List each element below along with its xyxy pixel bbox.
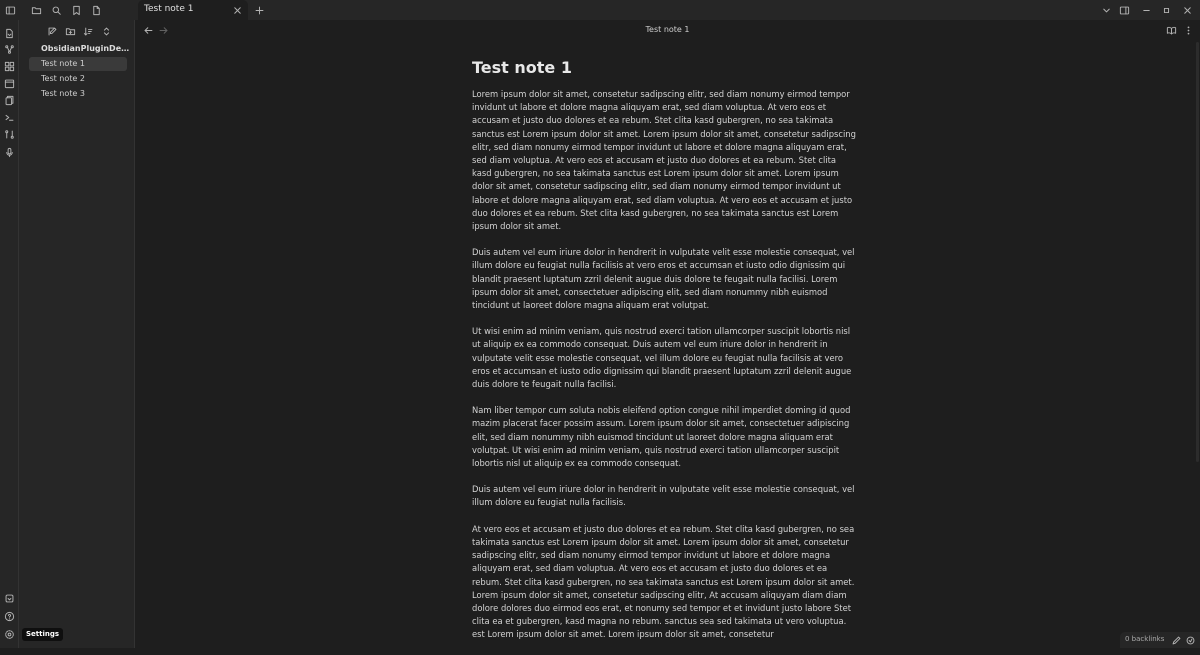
file-item-label: Test note 3 <box>41 89 85 98</box>
edit-pencil-icon[interactable] <box>1169 633 1183 647</box>
git-diff-icon[interactable] <box>2 127 16 141</box>
minimize-icon[interactable] <box>1139 3 1153 17</box>
sort-icon[interactable] <box>81 24 95 38</box>
new-folder-icon[interactable] <box>63 24 77 38</box>
scrollbar[interactable] <box>1196 42 1199 462</box>
paragraph: Duis autem vel eum iriure dolor in hendr… <box>472 483 856 509</box>
view-header-title[interactable]: Test note 1 <box>135 25 1200 34</box>
vault-name[interactable]: ObsidianPluginDevelo... <box>41 44 131 53</box>
collapse-all-icon[interactable] <box>99 24 113 38</box>
templates-icon[interactable] <box>2 93 16 107</box>
folder-icon[interactable] <box>29 3 43 17</box>
maximize-icon[interactable] <box>1159 3 1173 17</box>
backlinks-count[interactable]: 0 backlinks <box>1125 635 1164 643</box>
search-icon[interactable] <box>49 3 63 17</box>
file-item-label: Test note 1 <box>41 59 85 68</box>
tab-test-note-1[interactable]: Test note 1 <box>138 0 248 20</box>
calendar-icon[interactable] <box>2 76 16 90</box>
terminal-icon[interactable] <box>2 110 16 124</box>
more-options-icon[interactable] <box>1181 23 1195 37</box>
chevron-down-icon[interactable] <box>1099 3 1113 17</box>
file-item-test-note-3[interactable]: Test note 3 <box>29 87 127 101</box>
editor-pane: Test note 1 Test note 1 Lorem ipsum dolo… <box>135 20 1200 648</box>
ribbon <box>0 20 19 648</box>
help-vault-icon[interactable] <box>2 591 16 605</box>
file-item-test-note-1[interactable]: Test note 1 <box>29 57 127 71</box>
tab-title: Test note 1 <box>144 4 193 14</box>
right-sidebar-toggle-icon[interactable] <box>1117 3 1131 17</box>
status-bar: 0 backlinks <box>1120 632 1200 648</box>
graph-view-icon[interactable] <box>2 42 16 56</box>
sidebar-toggle-icon[interactable] <box>3 3 17 17</box>
file-item-label: Test note 2 <box>41 74 85 83</box>
close-icon[interactable] <box>230 3 244 17</box>
open-switcher-icon[interactable] <box>2 26 16 40</box>
bookmark-icon[interactable] <box>69 3 83 17</box>
reading-view-icon[interactable] <box>1164 23 1178 37</box>
file-explorer <box>19 20 135 648</box>
microphone-icon[interactable] <box>2 145 16 159</box>
title-bar: Test note 1 <box>0 0 1200 20</box>
file-icon[interactable] <box>89 3 103 17</box>
paragraph: Nam liber tempor cum soluta nobis eleife… <box>472 404 856 470</box>
canvas-icon[interactable] <box>2 59 16 73</box>
note-title: Test note 1 <box>472 58 856 78</box>
sync-status-icon[interactable] <box>1183 633 1197 647</box>
note-content[interactable]: Test note 1 Lorem ipsum dolor sit amet, … <box>472 58 856 655</box>
help-icon[interactable] <box>2 609 16 623</box>
file-item-test-note-2[interactable]: Test note 2 <box>29 72 127 86</box>
settings-tooltip: Settings <box>22 628 63 641</box>
settings-icon[interactable] <box>2 627 16 641</box>
paragraph: Ut wisi enim ad minim veniam, quis nostr… <box>472 325 856 391</box>
paragraph: At vero eos et accusam et justo duo dolo… <box>472 523 856 642</box>
new-note-icon[interactable] <box>45 24 59 38</box>
new-tab-icon[interactable] <box>252 3 266 17</box>
paragraph: Lorem ipsum dolor sit amet, consetetur s… <box>472 88 856 233</box>
paragraph: Duis autem vel eum iriure dolor in hendr… <box>472 246 856 312</box>
close-window-icon[interactable] <box>1180 3 1194 17</box>
